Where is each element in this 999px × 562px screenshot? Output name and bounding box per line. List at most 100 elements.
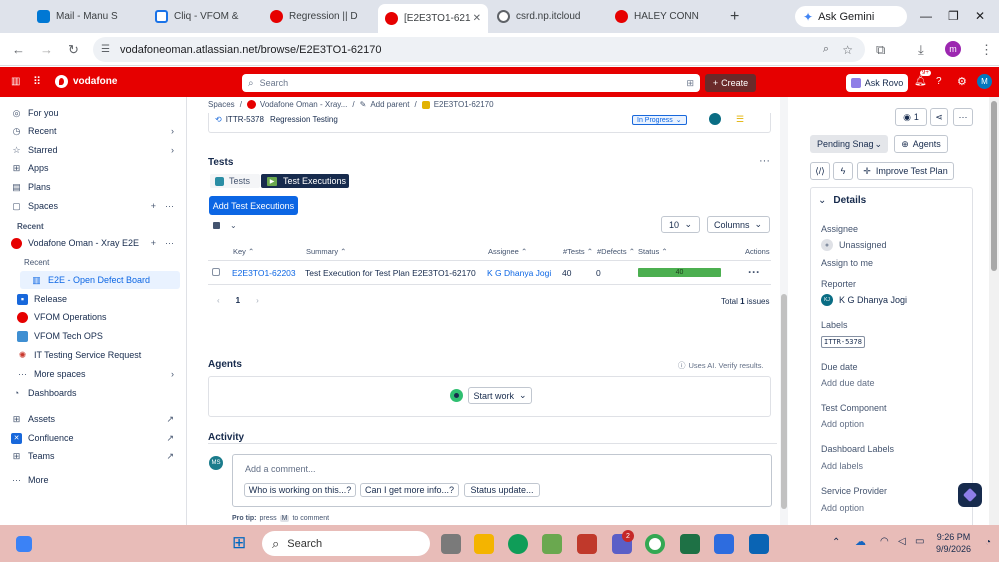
label-chip[interactable]: ITTR-5378 <box>821 336 865 348</box>
sidebar-item-for-you[interactable]: ◎ For you <box>0 104 186 122</box>
breadcrumb-add-parent[interactable]: Add parent <box>370 100 409 109</box>
bookmark-star-icon[interactable]: ☆ <box>842 43 853 57</box>
download-icon[interactable]: ⤓ <box>918 42 924 58</box>
vodafone-logo[interactable]: vodafone <box>55 75 117 88</box>
app-icon[interactable] <box>577 534 597 554</box>
app-icon[interactable] <box>714 534 734 554</box>
ask-rovo-button[interactable]: Ask Rovo <box>846 74 908 92</box>
chevron-up-icon[interactable]: ⌃ <box>832 537 840 548</box>
suggestion-chip[interactable]: Can I get more info...? <box>360 483 459 497</box>
create-button[interactable]: + Create <box>705 74 756 92</box>
new-tab-icon[interactable]: + <box>730 8 739 26</box>
dashboard-labels-value[interactable]: Add labels <box>821 461 863 471</box>
col-summary[interactable]: Summary ⌃ <box>306 247 346 256</box>
linked-issue-row[interactable]: ⟲ ITTR-5378 Regression Testing In Progre… <box>208 113 771 133</box>
page-scrollbar[interactable] <box>989 97 999 525</box>
windows-start-icon[interactable]: ⊞ <box>232 533 252 553</box>
add-space-icon[interactable]: + <box>151 201 156 211</box>
test-component-value[interactable]: Add option <box>821 419 864 429</box>
execution-assignee-link[interactable]: K G Dhanya Jogi <box>487 268 551 278</box>
tab-tests[interactable]: Tests <box>210 174 260 188</box>
due-date-value[interactable]: Add due date <box>821 378 875 388</box>
suggestion-chip[interactable]: Who is working on this...? <box>244 483 356 497</box>
row-actions-icon[interactable]: ··· <box>748 265 760 279</box>
tab-test-executions[interactable]: ▶ Test Executions <box>261 174 349 188</box>
col-defects[interactable]: #Defects ⌃ <box>597 247 635 256</box>
taskbar-search[interactable]: ⌕ Search <box>262 531 430 556</box>
task-view-icon[interactable] <box>441 534 461 554</box>
file-explorer-icon[interactable] <box>474 534 494 554</box>
browser-tab-haley[interactable]: HALEY CONN <box>608 4 726 29</box>
share-icon[interactable]: ⋖ <box>930 108 948 126</box>
col-tests[interactable]: #Tests ⌃ <box>563 247 593 256</box>
sidebar-item-starred[interactable]: ☆ Starred › <box>0 141 186 159</box>
service-provider-value[interactable]: Add option <box>821 503 864 513</box>
page-number[interactable]: 1 <box>236 296 240 305</box>
volume-icon[interactable]: ◁ <box>898 536 906 547</box>
add-icon[interactable]: + <box>151 238 156 248</box>
sidebar-item-confluence[interactable]: ✕ Confluence ↗ <box>0 429 186 447</box>
close-window-icon[interactable]: ✕ <box>975 9 985 23</box>
code-icon[interactable]: ⟨/⟩ <box>810 162 830 180</box>
zoom-icon[interactable]: ⌕ <box>823 43 829 56</box>
excel-icon[interactable] <box>680 534 700 554</box>
prev-page-icon[interactable]: ‹ <box>217 296 220 305</box>
sidebar-item-assets[interactable]: ⊞ Assets ↗ <box>0 410 186 428</box>
sidebar-item-vfom-tech[interactable]: VFOM Tech OPS <box>0 327 186 345</box>
status-progress-bar[interactable]: 40 <box>638 268 721 277</box>
chrome-icon[interactable] <box>645 534 665 554</box>
linked-status-badge[interactable]: In Progress ⌄ <box>632 115 687 125</box>
lightning-icon[interactable]: ϟ <box>833 162 853 180</box>
breadcrumb-project[interactable]: Vodafone Oman - Xray... <box>260 100 347 109</box>
details-header[interactable]: ⌄ Details <box>818 195 866 206</box>
breadcrumb-spaces[interactable]: Spaces <box>208 100 235 109</box>
bulk-select[interactable]: ⌄ <box>213 221 237 230</box>
reporter-value[interactable]: KJ K G Dhanya Jogi <box>821 294 907 306</box>
sidebar-item-teams[interactable]: ⊞ Teams ↗ <box>0 447 186 465</box>
site-info-icon[interactable]: ☰ <box>101 44 110 55</box>
minimize-icon[interactable]: — <box>920 9 932 23</box>
reload-icon[interactable]: ↻ <box>68 42 79 58</box>
main-scrollbar-thumb[interactable] <box>781 294 787 509</box>
more-actions-icon[interactable]: ··· <box>953 108 973 126</box>
notifications-icon[interactable]: 🔔︎ <box>914 76 927 87</box>
settings-gear-icon[interactable]: ⚙ <box>957 75 967 88</box>
suggestion-chip[interactable]: Status update... <box>464 483 540 497</box>
help-icon[interactable]: ? <box>936 76 942 87</box>
start-work-button[interactable]: Start work ⌄ <box>468 387 532 404</box>
status-dropdown[interactable]: Pending Snag ⌄ <box>810 135 888 153</box>
sidebar-item-board[interactable]: ▥ E2E - Open Defect Board <box>20 271 180 289</box>
clock[interactable]: 9:26 PM 9/9/2026 <box>936 531 971 555</box>
linked-issue-key[interactable]: ITTR-5378 <box>226 115 264 124</box>
sidebar-item-recent[interactable]: ◷ Recent › <box>0 122 186 140</box>
sidebar-toggle-icon[interactable]: ▥ <box>11 76 20 87</box>
browser-tab-csrd[interactable]: csrd.np.itcloud <box>490 4 605 29</box>
url-field[interactable]: ☰ vodafoneoman.atlassian.net/browse/E2E3… <box>93 37 865 62</box>
browser-tab-regression[interactable]: Regression || D <box>263 4 378 29</box>
comment-input[interactable]: Add a comment... Who is working on this.… <box>232 454 772 507</box>
browser-tab-issue[interactable]: [E2E3TO1-621 ✕ <box>378 4 488 33</box>
next-page-icon[interactable]: › <box>256 296 259 305</box>
wifi-icon[interactable]: ◠ <box>880 536 889 547</box>
sidebar-item-space[interactable]: Vodafone Oman - Xray E2E + ··· <box>0 234 186 252</box>
ask-gemini-button[interactable]: ✦ Ask Gemini <box>795 6 907 27</box>
more-actions-icon[interactable]: ··· <box>759 155 770 167</box>
user-avatar[interactable]: M <box>977 74 992 89</box>
breadcrumb-issue-key[interactable]: E2E3TO1-62170 <box>434 100 494 109</box>
sidebar-item-release[interactable]: ▪ Release <box>0 290 186 308</box>
edge-icon[interactable] <box>508 534 528 554</box>
sidebar-item-plans[interactable]: ▤ Plans <box>0 178 186 196</box>
main-scrollbar[interactable] <box>780 97 788 525</box>
outlook-icon[interactable] <box>749 534 769 554</box>
sidebar-item-more-spaces[interactable]: ··· More spaces › <box>0 365 186 383</box>
sidebar-item-vfom-operations[interactable]: VFOM Operations <box>0 308 186 326</box>
assignee-value[interactable]: ● Unassigned <box>821 239 887 251</box>
cloud-icon[interactable]: ☁ <box>855 535 866 548</box>
back-icon[interactable]: ← <box>12 42 25 57</box>
more-icon[interactable]: ··· <box>165 201 174 211</box>
page-size-select[interactable]: 10 ⌄ <box>661 216 700 233</box>
maximize-icon[interactable]: ❐ <box>948 9 959 23</box>
sidebar-item-apps[interactable]: ⊞ Apps <box>0 159 186 177</box>
sidebar-item-it-testing[interactable]: ✺ IT Testing Service Request <box>0 346 186 364</box>
sidebar-item-more[interactable]: ··· More <box>0 471 186 489</box>
